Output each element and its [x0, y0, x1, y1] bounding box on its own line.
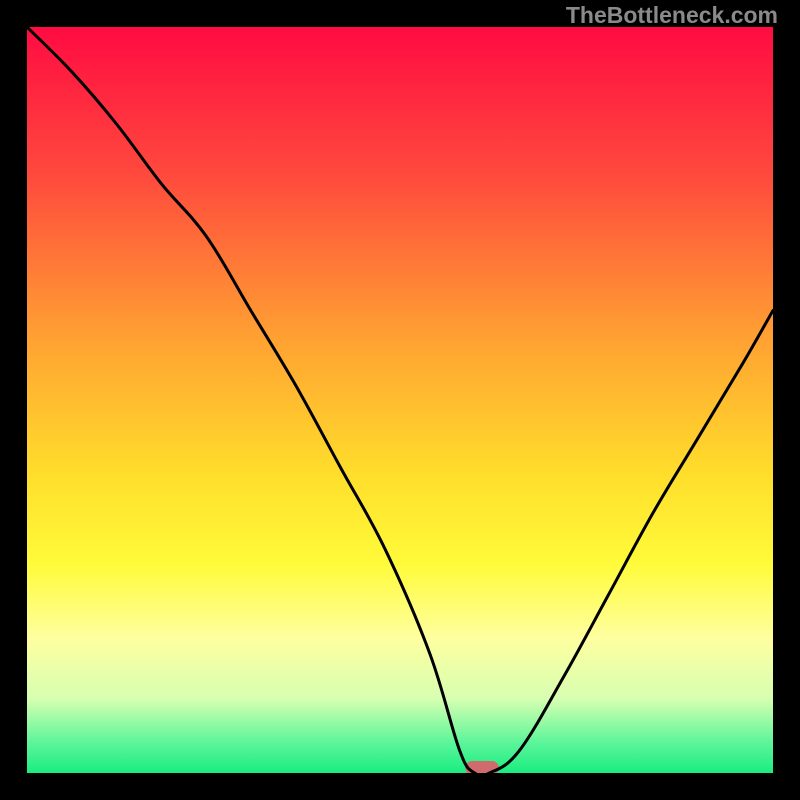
chart-frame: TheBottleneck.com	[0, 0, 800, 800]
watermark-label: TheBottleneck.com	[566, 2, 778, 29]
chart-svg	[27, 27, 773, 773]
gradient-rect	[27, 27, 773, 773]
plot-area	[27, 27, 773, 773]
